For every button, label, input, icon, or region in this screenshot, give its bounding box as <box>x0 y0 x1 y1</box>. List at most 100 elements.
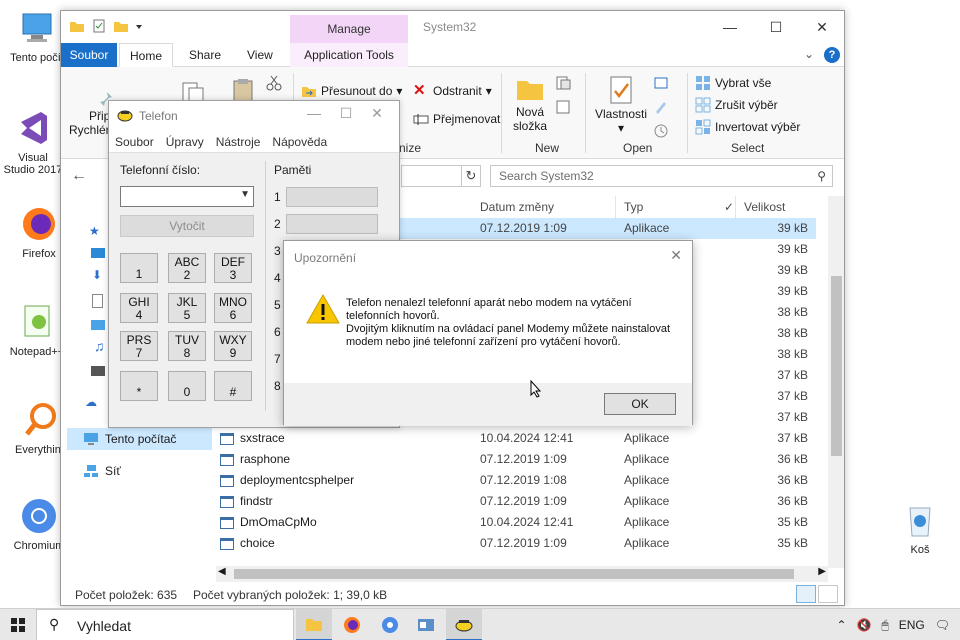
quick-access-star-icon[interactable]: ★ <box>89 224 100 238</box>
keypad-key-9[interactable]: WXY 9 <box>214 331 252 361</box>
menu-edit[interactable]: Úpravy <box>160 131 210 152</box>
desktop-icon-visual-studio[interactable]: Visual Studio 2017 <box>0 108 68 176</box>
ok-button[interactable]: OK <box>604 393 676 415</box>
keypad-key-7[interactable]: PRS 7 <box>120 331 158 361</box>
vertical-scrollbar[interactable] <box>828 196 844 568</box>
tab-file[interactable]: Soubor <box>61 43 117 67</box>
tab-home[interactable]: Home <box>119 43 174 67</box>
horizontal-scroll-thumb[interactable] <box>234 569 794 579</box>
history-icon[interactable] <box>653 123 669 139</box>
folder-icon[interactable] <box>69 18 85 34</box>
tab-application-tools[interactable]: Application Tools <box>290 43 408 67</box>
qat-dropdown-icon[interactable] <box>135 18 143 34</box>
scroll-left-icon[interactable]: ◀ <box>218 566 226 577</box>
help-icon[interactable]: ? <box>824 47 840 63</box>
taskbar-telefon[interactable] <box>446 609 482 640</box>
keypad-key-8[interactable]: TUV 8 <box>168 331 206 361</box>
nav-item-network[interactable]: Síť <box>67 460 212 482</box>
menu-file[interactable]: Soubor <box>109 131 160 152</box>
dialer-minimize-button[interactable]: — <box>299 105 329 121</box>
file-row[interactable]: DmOmaCpMo 10.04.2024 12:41 Aplikace 35 kB <box>216 512 816 533</box>
start-button[interactable] <box>0 609 36 640</box>
horizontal-scrollbar[interactable]: ◀ ▶ <box>216 566 828 582</box>
taskbar: ⚲ Vyhledat ⌃ 🔇 🖱 ENG 🗨 <box>0 608 960 640</box>
minimize-button[interactable]: — <box>707 11 753 43</box>
language-indicator[interactable]: ENG <box>899 618 925 632</box>
memory-slot-button[interactable] <box>286 187 378 207</box>
keypad-key-2[interactable]: ABC 2 <box>168 253 206 283</box>
select-all-button[interactable]: Vybrat vše <box>695 75 771 91</box>
dialog-close-icon[interactable]: ✕ <box>670 247 682 264</box>
dialer-maximize-button[interactable]: ☐ <box>331 105 361 122</box>
close-button[interactable]: ✕ <box>799 11 844 43</box>
onedrive-icon[interactable]: ☁ <box>85 395 97 409</box>
file-row[interactable]: deploymentcsphelper 07.12.2019 1:08 Aplika… <box>216 470 816 491</box>
large-icons-view-icon[interactable] <box>818 585 838 603</box>
documents-icon[interactable] <box>92 294 103 308</box>
menu-tools[interactable]: Nástroje <box>210 131 267 152</box>
keypad-key-6[interactable]: MNO 6 <box>214 293 252 323</box>
keypad-key-11[interactable]: 0 <box>168 371 206 401</box>
taskbar-explorer[interactable] <box>296 609 332 640</box>
desktop-folder-icon[interactable] <box>91 248 105 258</box>
new-folder-button[interactable]: Nová složka <box>509 75 551 133</box>
taskbar-firefox[interactable] <box>334 609 370 640</box>
easy-access-icon[interactable] <box>555 99 571 115</box>
column-date[interactable]: Datum změny <box>472 196 616 218</box>
vertical-scroll-thumb[interactable] <box>831 276 842 456</box>
notification-icon[interactable]: 🗨 <box>935 618 950 632</box>
pictures-icon[interactable] <box>91 320 105 330</box>
keypad-key-5[interactable]: JKL 5 <box>168 293 206 323</box>
back-arrow-icon[interactable]: ← <box>71 167 87 185</box>
invert-selection-button[interactable]: Invertovat výběr <box>695 119 800 135</box>
keypad-key-3[interactable]: DEF 3 <box>214 253 252 283</box>
rename-button[interactable]: Přejmenovat <box>413 111 500 127</box>
downloads-icon[interactable]: ⬇ <box>92 268 102 282</box>
details-view-icon[interactable] <box>796 585 816 603</box>
chevron-up-icon[interactable]: ⌃ <box>837 618 847 632</box>
scroll-right-icon[interactable]: ▶ <box>818 566 826 577</box>
refresh-icon[interactable]: ↻ <box>461 165 481 187</box>
file-row[interactable]: findstr 07.12.2019 1:09 Aplikace 36 kB <box>216 491 816 512</box>
properties-icon[interactable] <box>91 18 107 34</box>
file-row[interactable]: rasphone 07.12.2019 1:09 Aplikace 36 kB <box>216 449 816 470</box>
taskbar-app-window[interactable] <box>408 609 444 640</box>
file-row[interactable]: choice 07.12.2019 1:09 Aplikace 35 kB <box>216 533 816 554</box>
warning-dialog: Upozornění ✕ Telefon nenalezl telefonní … <box>283 240 693 426</box>
videos-icon[interactable] <box>91 366 105 376</box>
file-row[interactable]: sxstrace 10.04.2024 12:41 Aplikace 37 kB <box>216 428 816 449</box>
phone-number-combobox[interactable]: ▼ <box>120 186 254 207</box>
tab-share[interactable]: Share <box>179 43 231 67</box>
column-size[interactable]: ✓ Velikost <box>724 196 816 218</box>
edit-icon[interactable] <box>653 99 669 115</box>
new-item-icon[interactable] <box>555 75 571 91</box>
delete-button[interactable]: ✕ Odstranit ▾ <box>413 83 492 99</box>
keypad-key-12[interactable]: # <box>214 371 252 401</box>
tab-view[interactable]: View <box>237 43 283 67</box>
desktop-icon-recycle-bin[interactable]: Koš <box>885 500 955 556</box>
keypad-key-10[interactable]: * <box>120 371 158 401</box>
taskbar-chromium[interactable] <box>372 609 408 640</box>
memory-slot-button[interactable] <box>286 214 378 234</box>
select-none-button[interactable]: Zrušit výběr <box>695 97 778 113</box>
menu-help[interactable]: Nápověda <box>266 131 333 152</box>
cut-icon[interactable] <box>266 75 282 91</box>
properties-button[interactable]: Vlastnosti ▾ <box>593 75 649 135</box>
move-to-button[interactable]: Přesunout do ▾ <box>301 83 402 99</box>
ribbon-collapse-icon[interactable]: ⌄ <box>804 47 814 63</box>
network-tray-icon[interactable]: 🖱 <box>882 618 889 633</box>
taskbar-search-box[interactable]: ⚲ Vyhledat <box>36 609 294 640</box>
open-icon[interactable] <box>653 75 669 91</box>
dialer-close-button[interactable]: ✕ <box>362 105 392 122</box>
keypad-key-4[interactable]: GHI 4 <box>120 293 158 323</box>
search-input[interactable]: Search System32 ⚲ <box>490 165 833 187</box>
music-icon[interactable]: ♫ <box>94 338 105 354</box>
maximize-button[interactable]: ☐ <box>753 11 799 43</box>
dial-button[interactable]: Vytočit <box>120 215 254 237</box>
new-folder-icon[interactable] <box>113 18 129 34</box>
column-type[interactable]: Typ <box>616 196 736 218</box>
keypad-key-1[interactable]: 1 <box>120 253 158 283</box>
volume-muted-icon[interactable]: 🔇 <box>857 618 872 632</box>
nav-item-this-pc[interactable]: Tento počítač <box>67 428 212 450</box>
manage-contextual-tab[interactable]: Manage <box>290 15 408 43</box>
